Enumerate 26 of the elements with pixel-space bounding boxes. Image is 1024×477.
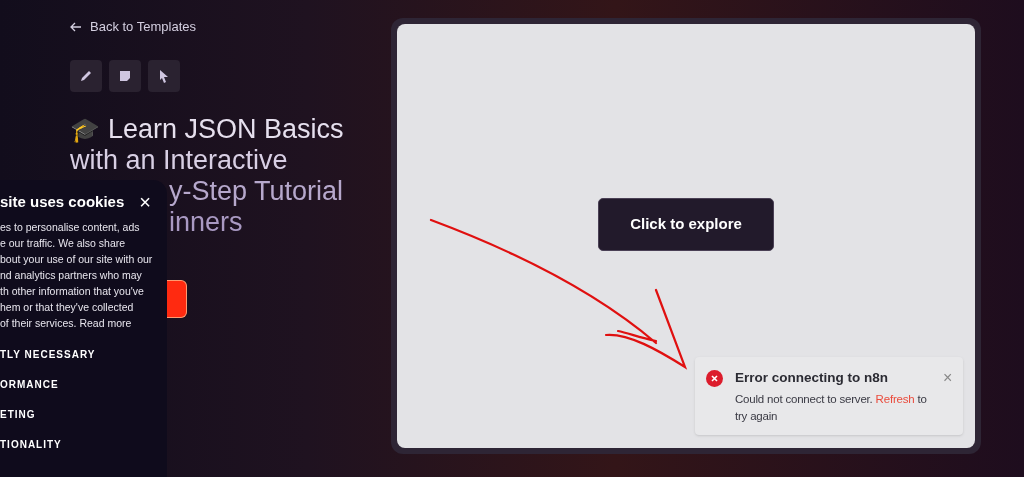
read-more-link[interactable]: Read more (79, 317, 132, 329)
back-link[interactable]: Back to Templates (70, 18, 196, 36)
cookie-category[interactable]: TLY NECESSARY (0, 347, 161, 363)
cookie-category[interactable]: TIONALITY (0, 437, 161, 453)
cookie-text: es to personalise content, ads e our traffic. We also share bout your use of our site with our nd analytics partners who may th other information that you've hem or that they've collected of their services. Read more (0, 220, 154, 331)
note-button[interactable] (109, 60, 141, 92)
pointer-icon (159, 69, 169, 83)
action-button[interactable] (167, 280, 187, 318)
cookie-category[interactable]: ORMANCE (0, 377, 161, 393)
pencil-icon (79, 69, 93, 83)
title-text: y-Step Tutorial (169, 176, 344, 207)
arrow-left-icon (70, 22, 82, 32)
pencil-button[interactable] (70, 60, 102, 92)
title-text: with an Interactive (70, 145, 288, 176)
close-button[interactable]: × (139, 192, 161, 212)
note-icon (119, 70, 131, 82)
explore-button[interactable]: Click to explore (598, 197, 774, 251)
cookie-heading: site uses cookies (0, 191, 125, 212)
pointer-button[interactable] (148, 60, 180, 92)
cookie-category[interactable]: ETING (0, 407, 161, 423)
title-text: inners (169, 207, 243, 238)
toast-message: Could not connect to server. Refresh to try again (735, 392, 928, 425)
graduation-cap-emoji: 🎓 (70, 115, 100, 145)
toast-title: Error connecting to n8n (735, 369, 889, 387)
title-text: Learn JSON Basics (108, 114, 344, 145)
error-icon (706, 370, 723, 387)
